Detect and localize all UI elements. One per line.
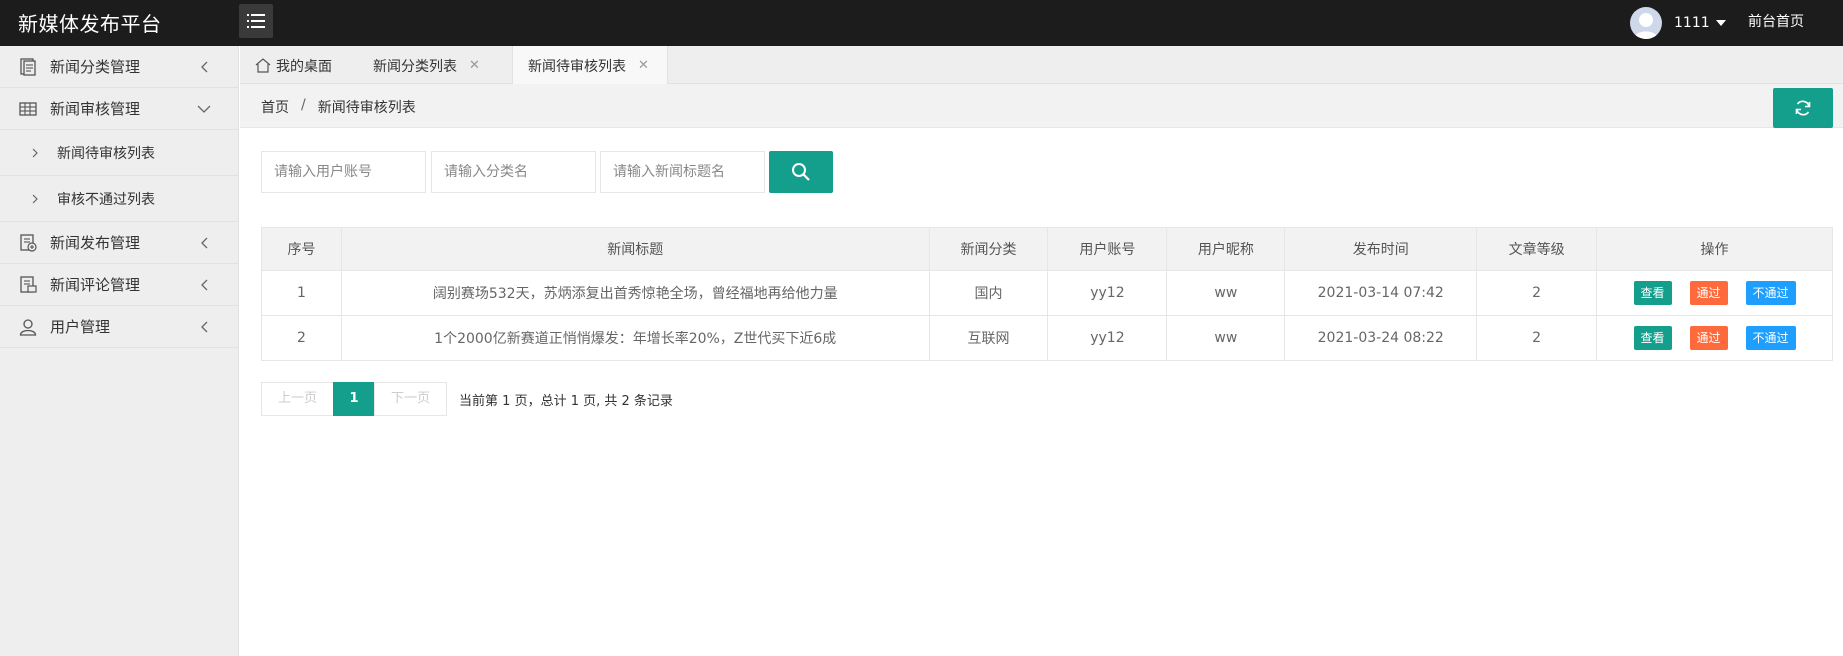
comment-document-icon	[20, 276, 37, 293]
sidebar-item-review-management[interactable]: 新闻审核管理	[0, 88, 238, 130]
cell-account: yy12	[1047, 315, 1168, 361]
tab-label: 新闻分类列表	[373, 58, 457, 75]
search-icon	[792, 163, 810, 181]
sidebar-item-comment-management[interactable]: 新闻评论管理	[0, 264, 238, 306]
approve-button[interactable]: 通过	[1689, 326, 1728, 350]
front-home-link[interactable]: 前台首页	[1748, 11, 1804, 31]
publish-document-icon	[20, 234, 37, 252]
next-page-button[interactable]: 下一页	[374, 382, 448, 416]
view-button[interactable]: 查看	[1633, 326, 1672, 350]
sidebar-item-label: 审核不通过列表	[57, 191, 155, 208]
cell-actions: 查看 通过 不通过	[1596, 270, 1833, 316]
cell-nickname: ww	[1166, 270, 1286, 316]
category-search-input[interactable]	[431, 151, 596, 193]
sidebar-item-label: 用户管理	[50, 318, 111, 336]
avatar[interactable]	[1630, 7, 1662, 39]
table-header-row: 序号 新闻标题 新闻分类 用户账号 用户昵称 发布时间 文章等级 操作	[261, 227, 1833, 271]
page-1-button[interactable]: 1	[333, 382, 376, 416]
sidebar-item-label: 新闻待审核列表	[57, 145, 155, 162]
sidebar-item-label: 新闻分类管理	[50, 58, 141, 76]
close-icon[interactable]: ✕	[638, 58, 649, 73]
tab-label: 新闻待审核列表	[528, 58, 626, 75]
pagination: 上一页 1 下一页 当前第 1 页，总计 1 页, 共 2 条记录	[261, 382, 673, 416]
reject-button[interactable]: 不通过	[1745, 326, 1796, 350]
chevron-down-icon	[197, 105, 211, 113]
username[interactable]: 1111	[1674, 15, 1710, 31]
breadcrumb: 首页 / 新闻待审核列表	[261, 97, 416, 117]
document-icon	[20, 58, 36, 76]
cell-category: 国内	[928, 270, 1049, 316]
tab-label: 我的桌面	[276, 58, 332, 75]
approve-button[interactable]: 通过	[1689, 281, 1728, 305]
cell-category: 互联网	[928, 315, 1049, 361]
cell-title: 阔别赛场532天，苏炳添复出首秀惊艳全场，曾经福地再给他力量	[340, 270, 930, 316]
user-icon	[19, 319, 37, 336]
caret-down-icon[interactable]	[1715, 20, 1726, 26]
view-button[interactable]: 查看	[1633, 281, 1672, 305]
user-avatar-icon	[1634, 13, 1658, 39]
news-table: 序号 新闻标题 新闻分类 用户账号 用户昵称 发布时间 文章等级 操作 1 阔别…	[261, 227, 1833, 361]
cell-no: 2	[261, 315, 342, 361]
chevron-left-icon	[201, 61, 208, 73]
prev-page-button[interactable]: 上一页	[261, 382, 335, 416]
tab-pending-review-list[interactable]: 新闻待审核列表 ✕	[512, 46, 668, 85]
breadcrumb-current: 新闻待审核列表	[317, 100, 416, 116]
reject-button[interactable]: 不通过	[1745, 281, 1796, 305]
tab-category-list[interactable]: 新闻分类列表 ✕	[373, 46, 480, 85]
column-header: 用户昵称	[1166, 227, 1286, 271]
user-menu[interactable]: 1111	[1630, 5, 1726, 41]
tab-bar: 我的桌面 新闻分类列表 ✕ 新闻待审核列表 ✕	[240, 46, 1843, 85]
app-logo: 新媒体发布平台	[18, 12, 162, 36]
breadcrumb-home[interactable]: 首页	[261, 97, 289, 117]
breadcrumb-separator: /	[301, 97, 306, 113]
sidebar-item-label: 新闻审核管理	[50, 100, 141, 118]
cell-time: 2021-03-24 08:22	[1284, 315, 1478, 361]
chevron-left-icon	[201, 279, 208, 291]
cell-title: 1个2000亿新赛道正悄悄爆发：年增长率20%，Z世代买下近6成	[340, 315, 930, 361]
close-icon[interactable]: ✕	[469, 58, 480, 73]
refresh-button[interactable]	[1773, 88, 1833, 128]
account-search-input[interactable]	[261, 151, 426, 193]
cell-time: 2021-03-14 07:42	[1284, 270, 1478, 316]
column-header: 用户账号	[1047, 227, 1168, 271]
cell-level: 2	[1476, 270, 1598, 316]
sidebar-item-label: 新闻评论管理	[50, 276, 141, 294]
column-header: 序号	[261, 227, 342, 271]
column-header: 发布时间	[1284, 227, 1478, 271]
table-row: 1 阔别赛场532天，苏炳添复出首秀惊艳全场，曾经福地再给他力量 国内 yy12…	[261, 270, 1833, 316]
top-header: 新媒体发布平台 1111 前台首页	[0, 0, 1843, 46]
sidebar: 新闻分类管理 新闻审核管理 新闻待审核列表 审核不通过列表 新闻发布管理 新闻评…	[0, 46, 239, 656]
sidebar-item-publish-management[interactable]: 新闻发布管理	[0, 222, 238, 264]
breadcrumb-bar: 首页 / 新闻待审核列表	[240, 84, 1843, 128]
sidebar-item-rejected-list[interactable]: 审核不通过列表	[0, 176, 238, 222]
home-icon	[255, 58, 271, 73]
menu-toggle-button[interactable]	[239, 4, 273, 38]
column-header: 新闻分类	[928, 227, 1049, 271]
chevron-right-icon	[32, 148, 38, 158]
title-search-input[interactable]	[600, 151, 765, 193]
column-header: 新闻标题	[340, 227, 930, 271]
table-row: 2 1个2000亿新赛道正悄悄爆发：年增长率20%，Z世代买下近6成 互联网 y…	[261, 315, 1833, 361]
cell-actions: 查看 通过 不通过	[1596, 315, 1833, 361]
cell-level: 2	[1476, 315, 1598, 361]
cell-no: 1	[261, 270, 342, 316]
sidebar-item-user-management[interactable]: 用户管理	[0, 306, 238, 348]
tab-my-desktop[interactable]: 我的桌面	[255, 46, 332, 85]
column-header: 操作	[1596, 227, 1833, 271]
search-button[interactable]	[769, 151, 833, 193]
sidebar-item-category-management[interactable]: 新闻分类管理	[0, 46, 238, 88]
refresh-icon	[1795, 100, 1811, 116]
sidebar-item-label: 新闻发布管理	[50, 234, 141, 252]
column-header: 文章等级	[1476, 227, 1598, 271]
cell-nickname: ww	[1166, 315, 1286, 361]
chevron-left-icon	[201, 237, 208, 249]
cell-account: yy12	[1047, 270, 1168, 316]
menu-icon	[247, 14, 265, 28]
sidebar-item-pending-review-list[interactable]: 新闻待审核列表	[0, 130, 238, 176]
table-icon	[19, 102, 37, 116]
chevron-right-icon	[32, 194, 38, 204]
chevron-left-icon	[201, 321, 208, 333]
pagination-info: 当前第 1 页，总计 1 页, 共 2 条记录	[459, 393, 673, 409]
